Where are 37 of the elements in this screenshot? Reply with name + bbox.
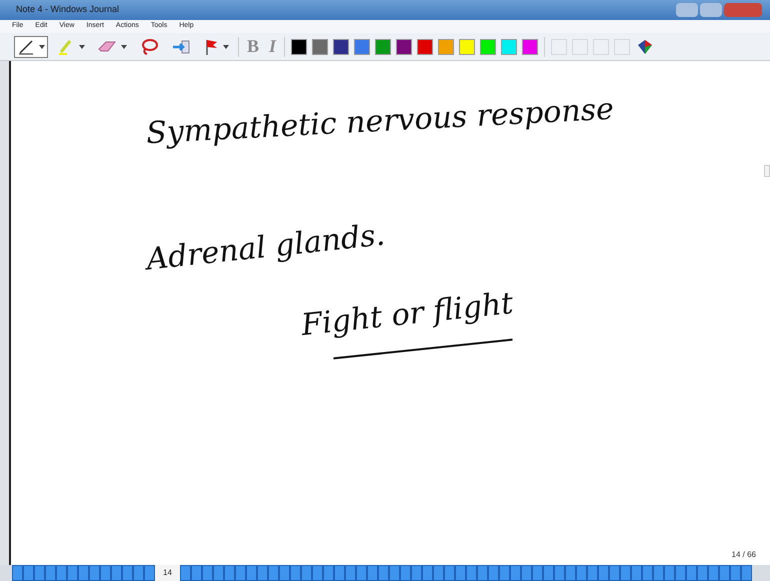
caret-icon bbox=[223, 44, 229, 48]
handwritten-text: Fight or flight bbox=[300, 285, 516, 344]
color-swatch[interactable] bbox=[417, 38, 434, 54]
caret-icon bbox=[121, 44, 127, 48]
tool-button[interactable] bbox=[14, 36, 48, 58]
color-swatch[interactable] bbox=[333, 38, 350, 54]
page-tab[interactable] bbox=[180, 565, 191, 581]
color-picker-icon[interactable] bbox=[636, 38, 654, 54]
minimize-button[interactable] bbox=[676, 3, 698, 17]
color-swatch[interactable] bbox=[522, 38, 538, 54]
caret-icon bbox=[39, 44, 45, 48]
pen-icon bbox=[17, 38, 35, 56]
empty-swatch[interactable] bbox=[614, 38, 630, 54]
empty-swatch[interactable] bbox=[572, 38, 588, 54]
insert-space-icon bbox=[171, 38, 191, 56]
color-swatch[interactable] bbox=[480, 38, 496, 54]
close-button[interactable] bbox=[724, 3, 762, 17]
color-swatch[interactable] bbox=[291, 38, 308, 54]
handwritten-text: Adrenal glands. bbox=[144, 216, 387, 278]
color-swatch[interactable] bbox=[459, 38, 476, 54]
color-swatch[interactable] bbox=[438, 38, 454, 54]
page-tab[interactable]: 14 bbox=[155, 565, 180, 581]
page-counter: 14 / 66 bbox=[732, 549, 756, 561]
color-swatch[interactable] bbox=[354, 38, 370, 54]
eraser-icon bbox=[97, 38, 117, 54]
handwritten-text: Sympathetic nervous response bbox=[145, 90, 615, 153]
caret-icon bbox=[79, 44, 85, 48]
maximize-button[interactable] bbox=[700, 3, 722, 17]
window-title: Note 4 - Windows Journal bbox=[16, 3, 120, 16]
empty-swatch[interactable] bbox=[551, 38, 568, 54]
color-swatch[interactable] bbox=[501, 38, 518, 54]
color-swatch[interactable] bbox=[396, 38, 412, 54]
resize-handle[interactable] bbox=[764, 165, 770, 177]
lasso-icon bbox=[139, 38, 159, 56]
empty-swatch[interactable] bbox=[593, 38, 610, 54]
color-swatch[interactable] bbox=[312, 38, 328, 54]
color-swatch[interactable] bbox=[375, 38, 392, 54]
